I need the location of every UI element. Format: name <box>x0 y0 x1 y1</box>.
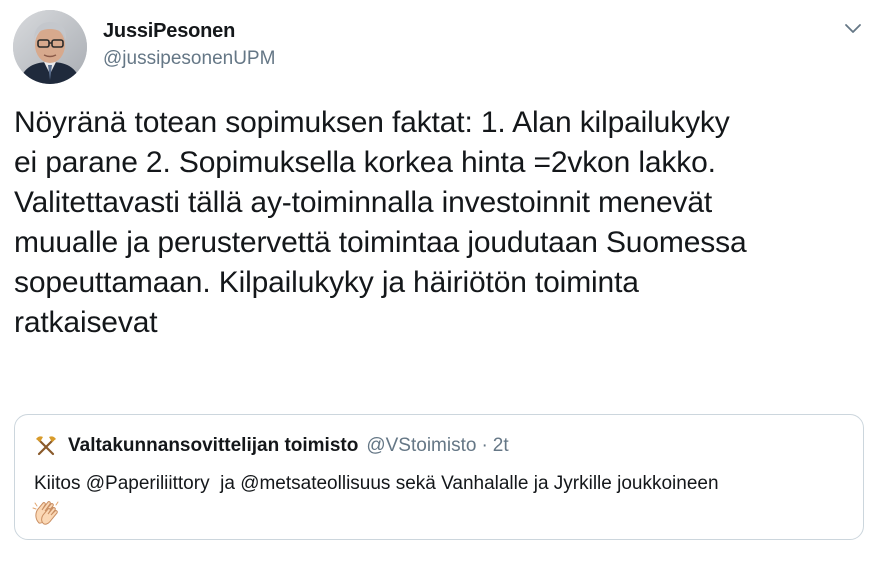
quoted-handle[interactable]: @VStoimisto <box>366 434 476 458</box>
avatar[interactable] <box>13 10 87 84</box>
tweet-card: JussiPesonen @jussipesonenUPM Nöyränä to… <box>0 0 884 561</box>
quoted-separator: · <box>481 435 488 456</box>
chevron-down-icon[interactable] <box>842 17 864 39</box>
author-display-name[interactable]: JussiPesonen <box>103 19 275 43</box>
quoted-display-name[interactable]: Valtakunnansovittelijan toimisto <box>68 434 358 458</box>
quoted-tweet-header: Valtakunnansovittelijan toimisto @VStoim… <box>34 434 509 458</box>
tweet-text: Nöyränä totean sopimuksen faktat: 1. Ala… <box>14 106 747 339</box>
quoted-tweet-text: Kiitos @Paperiliittory ja @metsateollisu… <box>34 473 719 494</box>
crossed-pickaxe-icon <box>34 434 58 458</box>
clapping-hands-emoji <box>32 499 62 525</box>
quoted-tweet[interactable]: Valtakunnansovittelijan toimisto @VStoim… <box>14 414 864 540</box>
author-handle[interactable]: @jussipesonenUPM <box>103 47 275 71</box>
author-block[interactable]: JussiPesonen @jussipesonenUPM <box>103 19 275 71</box>
quoted-timestamp[interactable]: 2t <box>493 434 509 458</box>
